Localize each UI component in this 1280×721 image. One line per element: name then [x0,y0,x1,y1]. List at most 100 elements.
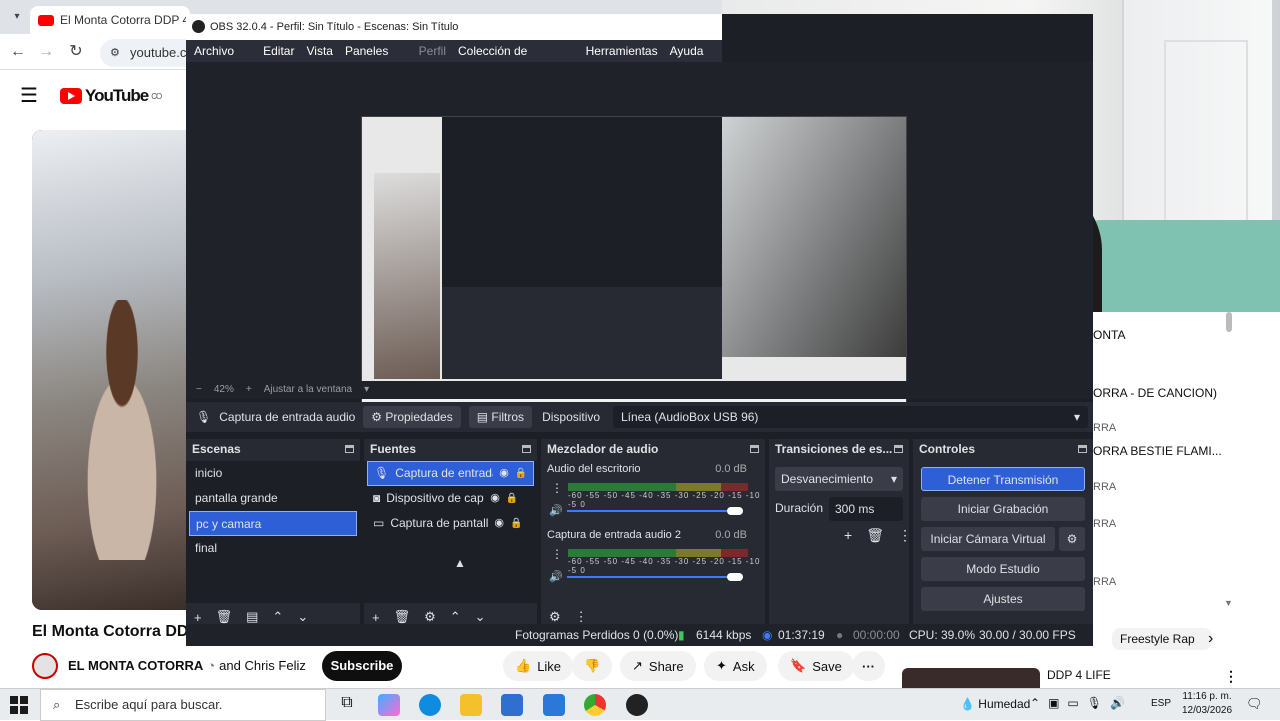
device-select[interactable]: Línea (AudioBox USB 96) ▾ [613,406,1088,428]
transition-select[interactable]: Desvanecimiento ▾ [775,467,903,491]
channel-name[interactable]: EL MONTA COTORRA [68,658,203,673]
undock-icon[interactable] [894,445,903,453]
menu-ayuda[interactable]: Ayuda (H) [670,40,722,80]
chip-next-icon[interactable]: › [1208,630,1213,648]
menu-vista[interactable]: Vista [306,40,332,62]
weather-widget[interactable]: 💧 Humedad [960,697,1030,711]
trash-icon[interactable]: 🗑 [216,609,233,625]
video-player[interactable] [32,130,192,610]
outlook-icon[interactable] [543,694,565,716]
undock-icon[interactable] [1078,445,1087,453]
add-icon[interactable]: + [372,610,380,625]
move-down-icon[interactable]: ⌄ [297,609,308,625]
menu-paneles[interactable]: Paneles (D) [345,40,407,80]
add-icon[interactable]: + [844,527,852,544]
speaker-icon[interactable]: 🔊 [549,504,563,517]
sidebar-scrollbar[interactable] [1226,312,1232,332]
ask-button[interactable]: ✦ Ask [704,651,767,681]
menu-archivo[interactable]: Archivo (F) [194,40,251,80]
hamburger-menu-icon[interactable]: ☰ [20,86,38,106]
scene-item[interactable]: pantalla grande [189,486,357,511]
browser-tab[interactable]: El Monta Cotorra DDP 4 LIFE [30,6,190,34]
source-item[interactable]: ◙ Dispositivo de captura ◉🔒 [367,486,534,511]
eye-icon[interactable]: ◉ [499,461,509,486]
like-button[interactable]: 👍 Like [503,651,574,681]
trash-icon[interactable]: 🗑 [394,609,411,625]
volume-icon[interactable]: 🔊 [1110,696,1125,710]
channel-menu-icon[interactable]: ⋮ [551,547,563,561]
scene-item[interactable]: final [189,536,357,561]
properties-button[interactable]: ⚙ Propiedades [363,406,461,428]
scene-item-selected[interactable]: pc y camara [189,511,357,536]
chip-freestyle[interactable]: Freestyle Rap [1112,628,1212,650]
obs-preview[interactable] [186,62,1093,424]
save-button[interactable]: 🔖 Save [778,651,854,681]
reco-thumbnail[interactable] [902,668,1040,688]
channel-menu-icon[interactable]: ⋮ [551,481,563,495]
undock-icon[interactable] [345,445,354,453]
volume-slider[interactable] [567,576,741,578]
volume-knob[interactable] [727,507,743,515]
filter-icon[interactable]: ▤ [246,609,258,625]
undock-icon[interactable] [522,445,531,453]
forward-icon[interactable]: → [36,42,56,62]
duration-spinbox[interactable]: 300 ms [829,497,903,521]
settings-button[interactable]: Ajustes [921,587,1085,611]
zoom-out-icon[interactable]: − [196,381,202,399]
eye-icon[interactable]: ◉ [490,486,500,511]
site-info-icon[interactable]: ⚙ [110,39,120,67]
reco-title-1[interactable]: ONTA [1093,328,1243,343]
menu-coleccion[interactable]: Colección de Escenas [458,40,574,80]
share-button[interactable]: ↗ Share [620,651,696,681]
zoom-in-icon[interactable]: + [246,381,252,399]
windows-start-icon[interactable] [10,696,28,714]
reco-title-2[interactable]: ORRA - DE CANCION) [1093,386,1243,401]
reco-title-3[interactable]: ORRA BESTIE FLAMI... [1093,444,1243,459]
lock-icon[interactable]: 🔒 [510,511,522,536]
tray-chevron-icon[interactable]: ⌃ [1030,696,1040,710]
virtual-camera-settings-icon[interactable]: ⚙ [1059,527,1085,551]
copilot-icon[interactable] [378,694,400,716]
eye-icon[interactable]: ◉ [494,511,504,536]
zoom-dropdown-icon[interactable]: ▾ [364,381,369,399]
menu-editar[interactable]: Editar [263,40,294,62]
reload-icon[interactable]: ↻ [66,42,86,62]
gear-icon[interactable]: ⚙ [424,609,436,625]
dislike-button[interactable]: 👎 [572,651,613,681]
next-reco-title[interactable]: DDP 4 LIFE [1047,668,1111,682]
menu-perfil[interactable]: Perfil [419,40,446,62]
scene-item[interactable]: inicio [189,461,357,486]
volume-slider[interactable] [567,510,741,512]
advanced-audio-icon[interactable]: ⚙ [549,609,561,625]
speaker-icon[interactable]: 🔊 [549,570,563,583]
tray-app-icon[interactable]: ▣ [1048,696,1059,710]
obs-titlebar[interactable]: OBS 32.0.4 - Perfil: Sin Título - Escena… [186,14,722,40]
notifications-icon[interactable]: 🗨 [1246,696,1263,712]
menu-herramientas[interactable]: Herramientas [586,40,658,62]
start-virtual-camera-button[interactable]: Iniciar Cámara Virtual [921,527,1055,551]
file-explorer-icon[interactable] [460,694,482,716]
youtube-logo[interactable]: YouTube CO [60,86,162,106]
task-view-icon[interactable]: ⧉ [336,694,358,716]
add-icon[interactable]: + [194,610,202,625]
back-icon[interactable]: ← [8,42,28,62]
tab-search-icon[interactable]: ▾ [8,8,26,26]
volume-knob[interactable] [727,573,743,581]
move-up-icon[interactable]: ⌃ [272,609,283,625]
lock-icon[interactable]: 🔒 [515,461,527,486]
clock[interactable]: 11:16 p. m. 12/03/2026 [1182,690,1232,718]
network-icon[interactable]: ▭ [1067,696,1078,710]
mixer-menu-icon[interactable]: ⋮ [575,609,588,625]
obs-taskbar-icon[interactable] [626,694,648,716]
chrome-icon[interactable] [584,694,606,716]
mic-icon[interactable]: 🎙 [1087,696,1102,710]
transition-menu-icon[interactable]: ⋮ [898,527,912,544]
filters-button[interactable]: ▤ Filtros [468,406,533,428]
edge-icon[interactable] [419,694,441,716]
fit-window-label[interactable]: Ajustar a la ventana [264,381,352,399]
lock-icon[interactable]: 🔒 [506,486,518,511]
taskbar-search[interactable]: ⌕ Escribe aquí para buscar. [40,689,326,721]
language-indicator[interactable]: ESP [1151,698,1171,709]
store-icon[interactable] [501,694,523,716]
studio-mode-button[interactable]: Modo Estudio [921,557,1085,581]
